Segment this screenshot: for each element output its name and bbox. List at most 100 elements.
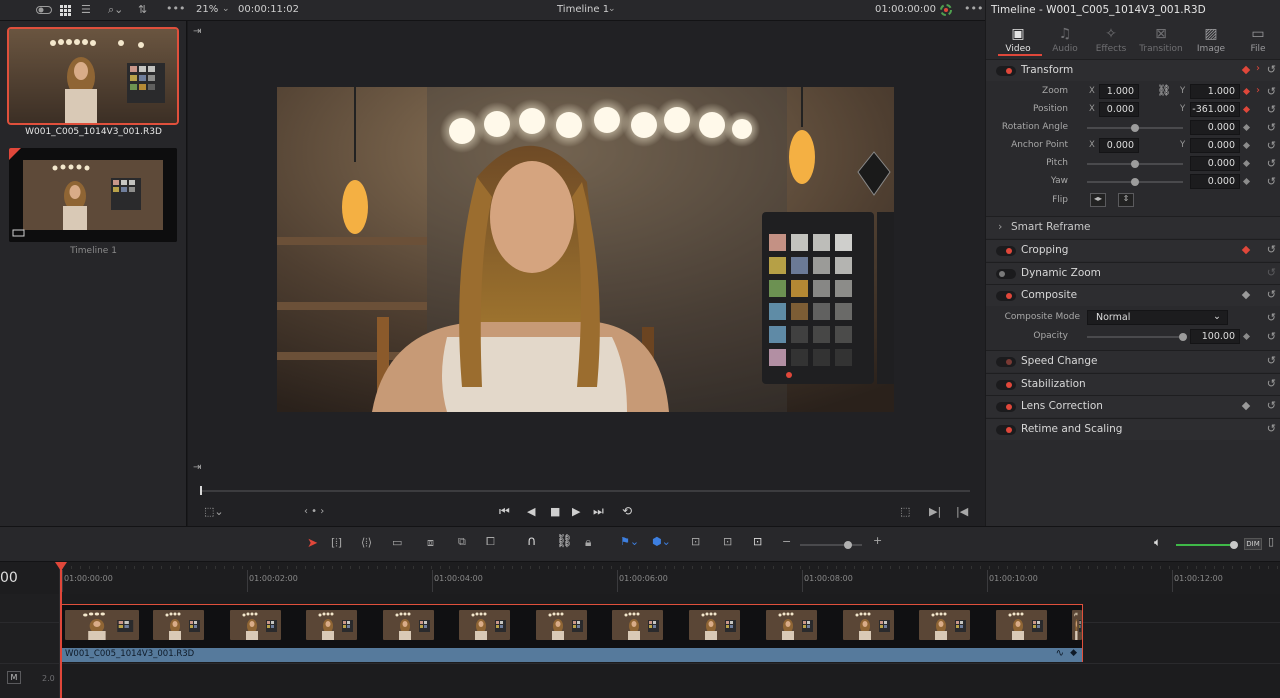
tab-image[interactable]: ▨ Image	[1188, 26, 1234, 54]
flip-vertical-icon[interactable]: ⇕	[1118, 193, 1134, 207]
volume-slider[interactable]	[1176, 541, 1238, 549]
loop-icon[interactable]: ⟲	[622, 505, 632, 517]
reset-icon[interactable]: ↺	[1267, 311, 1276, 324]
next-edit-icon[interactable]: ▶|	[929, 506, 941, 517]
reset-icon[interactable]: ↺	[1267, 266, 1276, 279]
chevron-down-icon[interactable]: ⌄	[222, 5, 230, 14]
smart-reframe-section[interactable]: › Smart Reframe	[986, 216, 1280, 238]
pitch-slider[interactable]	[1087, 160, 1183, 168]
keyframe-icon[interactable]	[1241, 245, 1251, 255]
position-x-field[interactable]: 0.000	[1099, 102, 1139, 117]
chevron-right-icon[interactable]: ›	[1256, 63, 1260, 74]
stop-icon[interactable]: ■	[550, 506, 560, 517]
opacity-slider[interactable]	[1087, 333, 1187, 341]
viewer-scrubber[interactable]	[200, 490, 970, 492]
composite-mode-select[interactable]: Normal ⌄	[1087, 310, 1228, 325]
keyframe-diamond-icon[interactable]: ◆	[1070, 648, 1077, 658]
marker-icon[interactable]: ⬢⌄	[652, 536, 671, 547]
timeline-clip[interactable]: W001_C005_1014V3_001.R3D ∿ ◆	[61, 604, 1083, 662]
dim-button[interactable]: DIM	[1244, 538, 1262, 550]
timeline-thumbnail[interactable]	[9, 148, 177, 242]
yaw-field[interactable]: 0.000	[1190, 174, 1240, 189]
scrubber-playhead[interactable]	[200, 486, 202, 495]
timeline-ruler[interactable]: 00 01:00:00:00 01:00:02:00 01:00:04:00 01:0…	[0, 562, 1280, 594]
reset-icon[interactable]: ↺	[1267, 330, 1276, 343]
reset-icon[interactable]: ↺	[1267, 139, 1276, 152]
keyframe-icon[interactable]	[1242, 87, 1251, 96]
tab-effects[interactable]: ✧ Effects	[1088, 26, 1134, 54]
speed-change-section[interactable]: Speed Change ↺	[986, 350, 1280, 372]
enable-toggle[interactable]	[996, 357, 1016, 367]
composite-section[interactable]: Composite ↺	[986, 284, 1280, 306]
timeline-zoom-slider[interactable]	[800, 541, 862, 549]
media-clip-thumbnail[interactable]	[7, 27, 179, 125]
reset-icon[interactable]: ↺	[1267, 288, 1276, 301]
search-icon[interactable]: ⌕⌄	[108, 4, 123, 15]
panel-toggle-icon[interactable]	[36, 5, 52, 15]
insert-clip-icon[interactable]: ⧈	[427, 537, 434, 548]
skip-to-end-icon[interactable]: ⏭	[593, 505, 604, 517]
enable-toggle[interactable]	[996, 269, 1016, 279]
play-reverse-icon[interactable]: ◀	[527, 506, 535, 517]
mute-button[interactable]: M	[7, 671, 21, 684]
list-view-icon[interactable]: ☰	[81, 4, 91, 15]
prev-edit-icon[interactable]: |◀	[956, 506, 968, 517]
retime-scaling-section[interactable]: Retime and Scaling ↺	[986, 418, 1280, 440]
zoom-y-field[interactable]: 1.000	[1190, 84, 1240, 99]
zoom-in-icon[interactable]: +	[873, 535, 882, 546]
position-y-field[interactable]: -361.000	[1190, 102, 1240, 117]
lock-icon[interactable]: 🔒︎	[585, 536, 591, 548]
out-point-icon[interactable]: ⇥	[193, 463, 201, 473]
chevron-right-icon[interactable]: ›	[998, 220, 1002, 233]
transform-section[interactable]: Transform › ↺	[986, 59, 1280, 81]
timeline-playhead[interactable]	[55, 562, 67, 698]
reset-icon[interactable]: ↺	[1267, 121, 1276, 134]
snapping-icon[interactable]: ∩	[527, 535, 537, 548]
lens-correction-section[interactable]: Lens Correction ↺	[986, 395, 1280, 417]
yaw-slider[interactable]	[1087, 178, 1183, 186]
enable-toggle[interactable]	[996, 380, 1016, 390]
dynamic-trim-icon[interactable]: ⟨⦙⟩	[361, 537, 372, 548]
rotation-field[interactable]: 0.000	[1190, 120, 1240, 135]
enable-toggle[interactable]	[996, 425, 1016, 435]
more-options-icon[interactable]: •••	[166, 3, 185, 14]
stabilization-section[interactable]: Stabilization ↺	[986, 373, 1280, 395]
replace-clip-icon[interactable]: ⧠	[486, 536, 495, 547]
opacity-field[interactable]: 100.00	[1190, 329, 1240, 344]
flag-icon[interactable]: ⚑⌄	[620, 536, 639, 547]
reset-icon[interactable]: ↺	[1267, 354, 1276, 367]
volume-knob[interactable]	[1230, 541, 1238, 549]
blade-tool-icon[interactable]: ▭	[392, 537, 402, 548]
pitch-field[interactable]: 0.000	[1190, 156, 1240, 171]
detail-zoom-icon[interactable]: ⊡	[723, 536, 732, 547]
dynamic-zoom-section[interactable]: Dynamic Zoom ↺	[986, 262, 1280, 284]
keyframe-icon[interactable]	[1242, 105, 1251, 114]
play-icon[interactable]: ▶	[572, 506, 580, 517]
zoom-x-field[interactable]: 1.000	[1099, 84, 1139, 99]
timeline-name[interactable]: Timeline 1	[557, 4, 609, 15]
keyframe-icon[interactable]	[1241, 65, 1251, 75]
jog-control-icon[interactable]: ‹ • ›	[304, 507, 324, 517]
chevron-down-icon[interactable]: ⌄	[608, 5, 616, 14]
safe-area-icon[interactable]: ⬚⌄	[204, 506, 224, 517]
reset-icon[interactable]: ↺	[1267, 157, 1276, 170]
selection-tool-icon[interactable]: ➤	[307, 537, 318, 550]
grid-view-icon[interactable]	[60, 5, 71, 16]
custom-zoom-icon[interactable]: ⊡	[753, 536, 762, 547]
speaker-icon[interactable]: 🔈︎	[1154, 536, 1161, 548]
enable-toggle[interactable]	[996, 246, 1016, 256]
keyframe-icon[interactable]	[1241, 290, 1251, 300]
reset-icon[interactable]: ↺	[1267, 422, 1276, 435]
reset-icon[interactable]: ↺	[1267, 377, 1276, 390]
viewer-zoom-level[interactable]: 21%	[196, 4, 218, 15]
reset-icon[interactable]: ↺	[1267, 175, 1276, 188]
reset-icon[interactable]: ↺	[1267, 63, 1276, 76]
tab-video[interactable]: ▣ Video	[995, 26, 1041, 54]
keyframe-icon[interactable]	[1242, 141, 1251, 150]
overwrite-clip-icon[interactable]: ⧉	[458, 536, 466, 547]
skip-to-start-icon[interactable]: ⏮	[499, 505, 510, 517]
zoom-slider-knob[interactable]	[844, 541, 852, 549]
keyframe-icon[interactable]	[1242, 332, 1251, 341]
sort-icon[interactable]: ⇅	[138, 4, 147, 15]
color-wheel-icon[interactable]	[940, 4, 952, 16]
